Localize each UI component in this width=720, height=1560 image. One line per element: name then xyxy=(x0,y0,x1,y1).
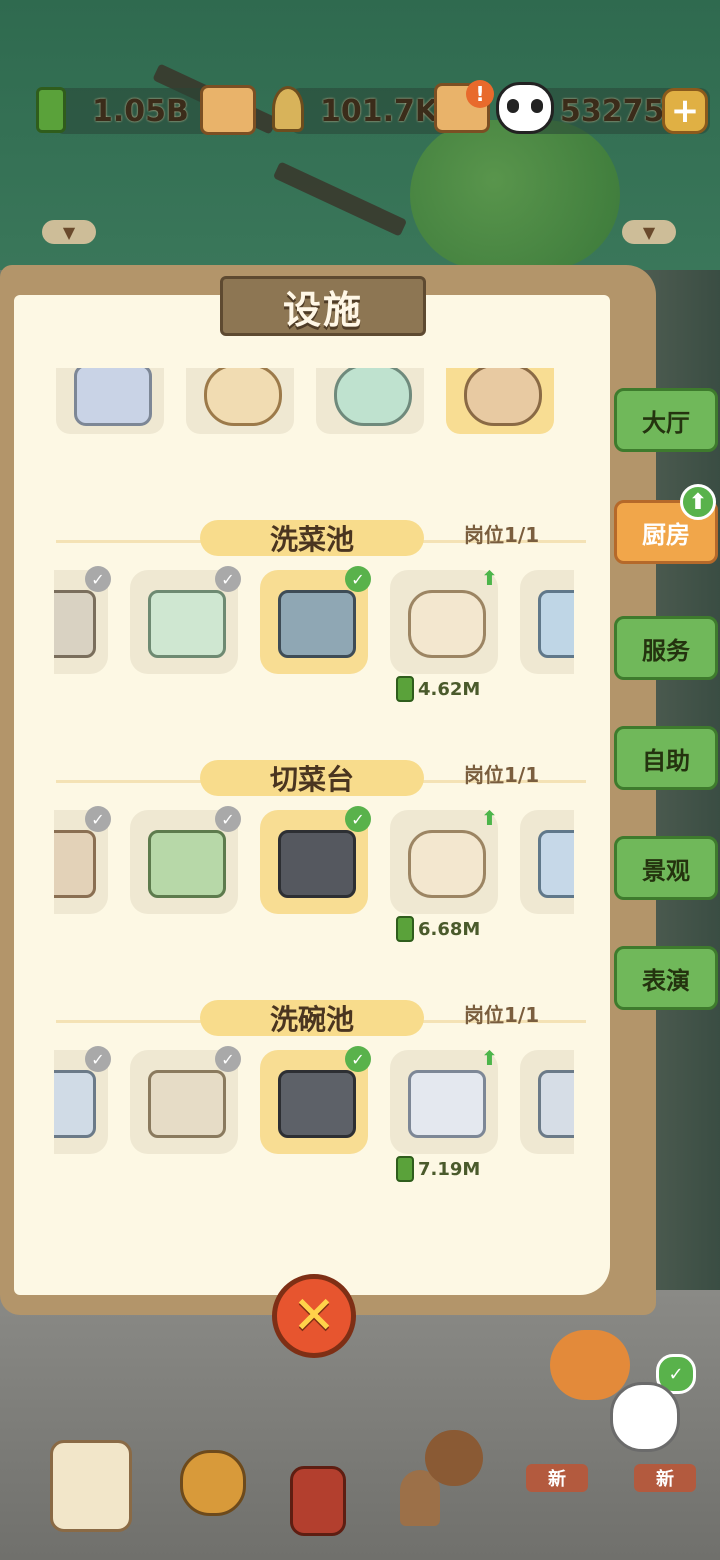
expand-right-button[interactable]: ▼ xyxy=(622,220,676,244)
facility-tile[interactable] xyxy=(520,1050,574,1154)
top-facility-row xyxy=(56,368,554,434)
expand-left-button[interactable]: ▼ xyxy=(42,220,96,244)
price-value: 7.19M xyxy=(418,1158,481,1180)
check-icon: ✓ xyxy=(345,566,371,592)
panda-value: 53275 xyxy=(560,93,665,129)
tab-performance[interactable]: 表演 xyxy=(614,946,718,1010)
bamboo-value: 1.05B xyxy=(92,93,189,129)
check-icon: ✓ xyxy=(345,1046,371,1072)
upgrade-available-icon: ⬆ xyxy=(680,484,716,520)
facility-tile[interactable] xyxy=(316,368,424,434)
panel-title: 设施 xyxy=(282,287,363,332)
upgrade-arrow-icon: ⬆ xyxy=(481,806,498,830)
chevron-down-icon: ▼ xyxy=(642,222,656,242)
section-title-sink: 洗菜池 xyxy=(200,520,424,556)
bear-character xyxy=(425,1430,483,1486)
scene-background-top xyxy=(0,0,720,270)
bamboo-icon xyxy=(396,1156,414,1182)
facility-tile[interactable] xyxy=(56,368,164,434)
section-slots: 岗位1/1 xyxy=(464,523,540,547)
shop-alert-icon[interactable]: ! xyxy=(430,80,494,136)
upgrade-cost: 6.68M xyxy=(396,916,480,942)
shop-add-icon[interactable] xyxy=(200,84,256,136)
pot-icon[interactable] xyxy=(180,1450,246,1516)
facility-tile-selected[interactable] xyxy=(446,368,554,434)
upgrade-arrow-icon: ⬆ xyxy=(481,566,498,590)
check-icon: ✓ xyxy=(345,806,371,832)
new-badge: 新 xyxy=(634,1464,696,1492)
menu-book-icon[interactable] xyxy=(290,1466,346,1536)
price-value: 6.68M xyxy=(418,918,481,940)
section-slots: 岗位1/1 xyxy=(464,1003,540,1027)
paw-icon[interactable] xyxy=(610,1382,680,1452)
check-icon: ✓ xyxy=(85,806,111,832)
check-icon: ✓ xyxy=(215,566,241,592)
tab-hall[interactable]: 大厅 xyxy=(614,388,718,452)
section-title-cutting: 切菜台 xyxy=(200,760,424,796)
facility-tile[interactable] xyxy=(520,570,574,674)
upgrade-arrow-icon: ⬆ xyxy=(481,1046,498,1070)
bamboo-icon xyxy=(396,916,414,942)
close-icon: ✕ xyxy=(292,1286,336,1346)
tab-service[interactable]: 服务 xyxy=(614,616,718,680)
check-icon: ✓ xyxy=(215,1046,241,1072)
add-currency-button[interactable]: + xyxy=(662,88,708,134)
panel-title-plank: 设施 xyxy=(220,276,426,336)
facility-tile[interactable] xyxy=(520,810,574,914)
panda-icon xyxy=(496,82,554,134)
new-badge: 新 xyxy=(526,1464,588,1492)
tab-landscape[interactable]: 景观 xyxy=(614,836,718,900)
section-title-dishwash: 洗碗池 xyxy=(200,1000,424,1036)
check-icon: ✓ xyxy=(215,806,241,832)
check-icon: ✓ xyxy=(85,1046,111,1072)
tab-self-service[interactable]: 自助 xyxy=(614,726,718,790)
shoot-resource: 101.7K xyxy=(290,88,450,134)
upgrade-cost: 7.19M xyxy=(396,1156,480,1182)
shoot-value: 101.7K xyxy=(320,93,439,129)
plus-icon: + xyxy=(670,91,700,131)
map-icon[interactable] xyxy=(50,1440,132,1532)
chevron-down-icon: ▼ xyxy=(62,222,76,242)
bamboo-shoot-icon xyxy=(268,86,308,132)
check-icon: ✓ xyxy=(85,566,111,592)
fox-character xyxy=(550,1330,630,1400)
facility-tile[interactable] xyxy=(186,368,294,434)
tree-decoration xyxy=(410,120,620,270)
section-slots: 岗位1/1 xyxy=(464,763,540,787)
bamboo-icon xyxy=(34,87,68,133)
close-button[interactable]: ✕ xyxy=(272,1274,356,1358)
bamboo-icon xyxy=(396,676,414,702)
upgrade-cost: 4.62M xyxy=(396,676,480,702)
price-value: 4.62M xyxy=(418,678,481,700)
